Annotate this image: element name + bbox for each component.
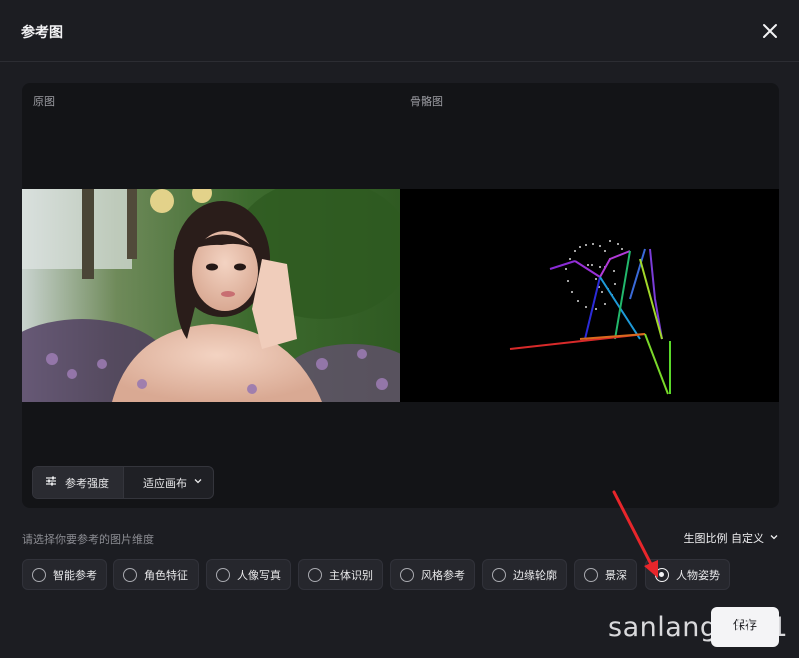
option-label: 风格参考 (421, 568, 465, 582)
reference-strength-button[interactable]: 参考强度 (33, 467, 124, 498)
option-portrait[interactable]: 人像写真 (206, 559, 291, 590)
reference-image-dialog: 参考图 原图 骨骼图 参考强度 适应画布 请选择你要参考的图片维度 生图比例 自… (0, 0, 799, 658)
chevron-down-icon (764, 532, 779, 545)
skeleton-image (400, 189, 779, 402)
dialog-header: 参考图 (0, 0, 799, 62)
radio-icon (584, 567, 598, 582)
reference-strength-label: 参考强度 (65, 476, 109, 490)
fit-canvas-dropdown[interactable]: 适应画布 (124, 467, 203, 498)
radio-icon (123, 567, 137, 582)
option-label: 主体识别 (329, 568, 373, 582)
radio-icon (400, 567, 414, 582)
save-button[interactable]: 保存 (711, 607, 779, 647)
option-label: 人像写真 (237, 568, 281, 582)
dialog-title: 参考图 (21, 25, 63, 41)
aspect-ratio-label: 生图比例 自定义 (683, 532, 765, 545)
fit-canvas-label: 适应画布 (143, 476, 187, 490)
close-icon[interactable] (760, 21, 780, 41)
image-preview-panel: 原图 骨骼图 参考强度 适应画布 (22, 83, 779, 508)
option-label: 人物姿势 (676, 568, 720, 582)
radio-icon (216, 567, 230, 582)
option-smart-reference[interactable]: 智能参考 (22, 559, 107, 590)
option-character-features[interactable]: 角色特征 (113, 559, 199, 590)
preview-toolbar: 参考强度 适应画布 (32, 466, 214, 499)
radio-icon (492, 567, 506, 582)
original-image-label: 原图 (33, 95, 55, 108)
option-edge-outline[interactable]: 边缘轮廓 (482, 559, 567, 590)
skeleton-image-label: 骨骼图 (410, 95, 443, 108)
dimension-hint: 请选择你要参考的图片维度 (22, 533, 154, 546)
option-depth[interactable]: 景深 (574, 559, 637, 590)
option-label: 角色特征 (144, 568, 188, 582)
aspect-ratio-dropdown[interactable]: 生图比例 自定义 (684, 530, 780, 546)
option-subject-recognition[interactable]: 主体识别 (298, 559, 383, 590)
option-label: 智能参考 (53, 568, 97, 582)
option-label: 边缘轮廓 (513, 568, 557, 582)
sliders-icon (45, 475, 65, 490)
original-image (22, 179, 422, 419)
chevron-down-icon (187, 476, 203, 489)
radio-icon (32, 567, 46, 582)
option-label: 景深 (605, 568, 627, 582)
radio-icon (308, 567, 322, 582)
radio-selected-icon (655, 567, 669, 582)
option-style-reference[interactable]: 风格参考 (390, 559, 475, 590)
option-character-pose[interactable]: 人物姿势 (645, 559, 730, 590)
